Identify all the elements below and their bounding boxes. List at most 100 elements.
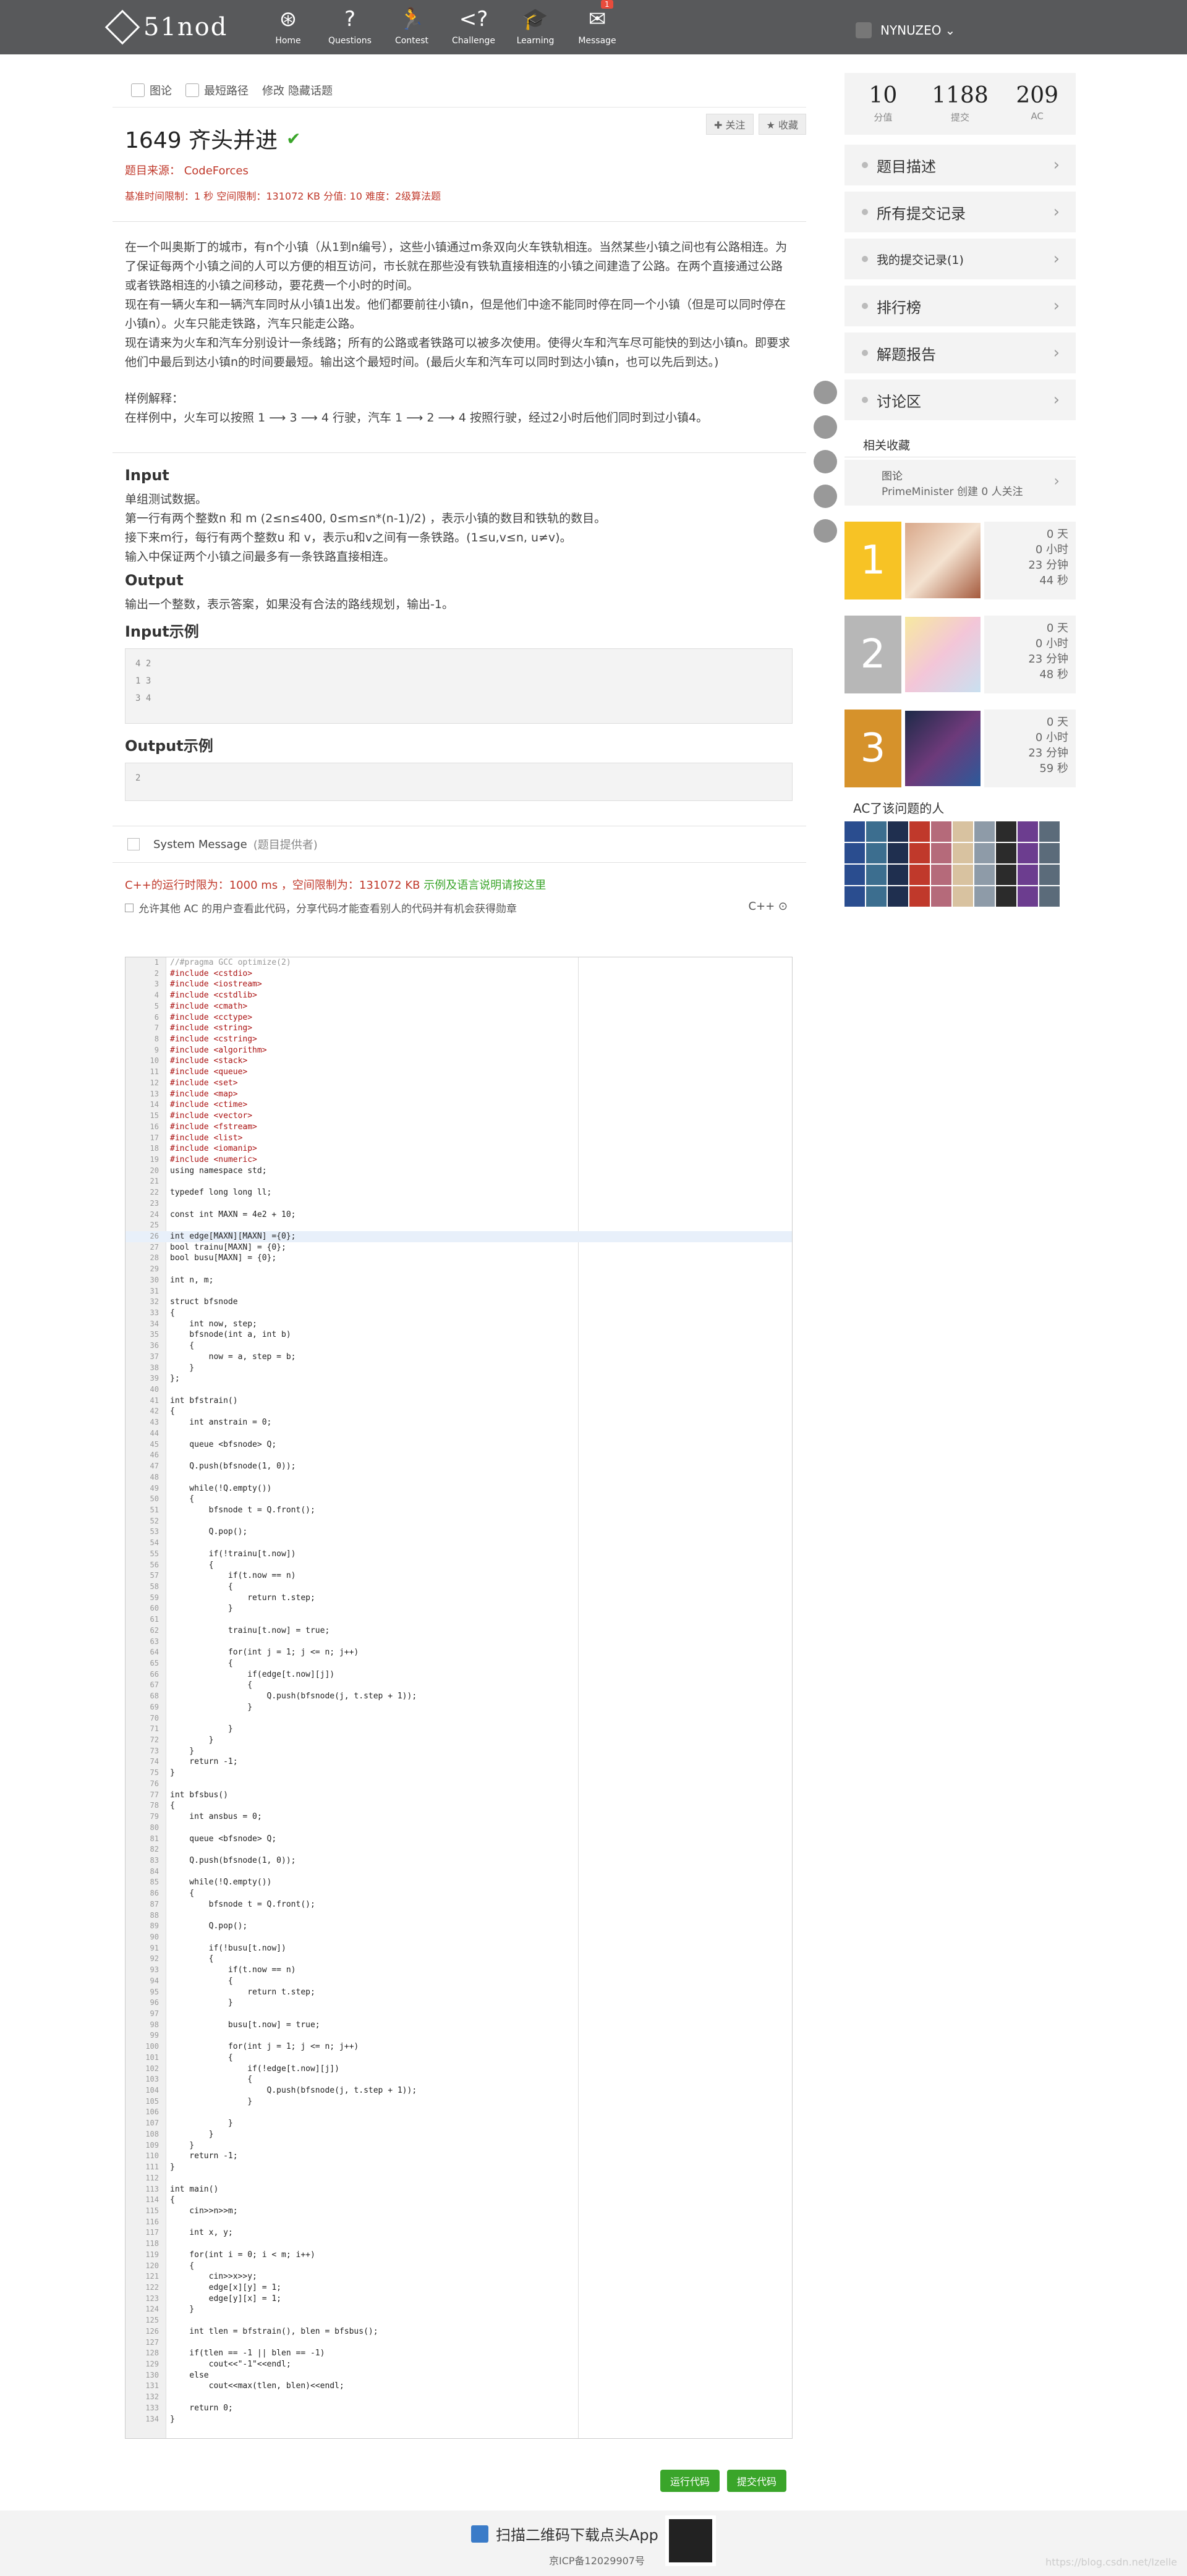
ac-user-avatar[interactable] bbox=[996, 886, 1016, 907]
tag-graph[interactable]: 图论 bbox=[131, 82, 172, 98]
ac-user-avatar[interactable] bbox=[931, 886, 951, 907]
share-label: 允许其他 AC 的用户查看此代码，分享代码才能查看别人的代码并有机会获得勋章 bbox=[138, 903, 517, 915]
ac-user-avatar[interactable] bbox=[974, 821, 995, 842]
code-line: 123 edge[y][x] = 1; bbox=[126, 2294, 792, 2305]
ac-user-avatar[interactable] bbox=[888, 843, 908, 863]
ac-user-avatar[interactable] bbox=[931, 843, 951, 863]
menu-discussion[interactable]: 讨论区 › bbox=[845, 379, 1076, 420]
ac-user-avatar[interactable] bbox=[888, 865, 908, 885]
ac-user-avatar[interactable] bbox=[845, 843, 865, 863]
nav-message[interactable]: 1 ✉ Message bbox=[566, 0, 628, 46]
collect-button[interactable]: ★ 收藏 bbox=[758, 114, 806, 135]
ac-user-avatar[interactable] bbox=[953, 865, 973, 885]
chat-float-icon[interactable] bbox=[814, 485, 837, 508]
ac-user-avatar[interactable] bbox=[845, 865, 865, 885]
nav-challenge[interactable]: <? Challenge bbox=[443, 5, 504, 46]
ac-user-avatar[interactable] bbox=[866, 843, 887, 863]
line-number: 105 bbox=[145, 2096, 159, 2106]
code-text: Q.pop(); bbox=[170, 1921, 248, 1931]
collection-item[interactable]: 图论 PrimeMinister 创建 0 人关注 › bbox=[845, 460, 1076, 506]
ac-user-avatar[interactable] bbox=[996, 865, 1016, 885]
user-float-icon[interactable] bbox=[814, 381, 837, 404]
ac-user-avatar[interactable] bbox=[866, 886, 887, 907]
ac-user-avatar[interactable] bbox=[909, 886, 930, 907]
menu-solution-reports[interactable]: 解题报告 › bbox=[845, 333, 1076, 373]
share-float-icon[interactable] bbox=[814, 415, 837, 439]
ac-user-avatar[interactable] bbox=[1039, 843, 1060, 863]
line-number: 80 bbox=[150, 1823, 159, 1832]
ac-user-avatar[interactable] bbox=[974, 843, 995, 863]
run-code-button[interactable]: 运行代码 bbox=[660, 2470, 720, 2492]
ac-user-avatar[interactable] bbox=[996, 843, 1016, 863]
code-text: #include <ctime> bbox=[170, 1100, 248, 1110]
code-text: #include <cmath> bbox=[170, 1001, 248, 1011]
ac-user-avatar[interactable] bbox=[931, 865, 951, 885]
menu-all-submissions[interactable]: 所有提交记录 › bbox=[845, 192, 1076, 232]
menu-my-submissions[interactable]: 我的提交记录(1) › bbox=[845, 239, 1076, 279]
rank-number: 2 bbox=[845, 616, 901, 693]
ac-user-avatar[interactable] bbox=[996, 821, 1016, 842]
sample-line: 3 4 bbox=[135, 693, 151, 703]
menu-problem-description[interactable]: 题目描述 › bbox=[845, 145, 1076, 185]
site-logo[interactable]: 51nod bbox=[104, 4, 228, 51]
ac-user-avatar[interactable] bbox=[866, 821, 887, 842]
ac-user-avatar[interactable] bbox=[1039, 865, 1060, 885]
menu-leaderboard[interactable]: 排行榜 › bbox=[845, 286, 1076, 326]
ac-user-avatar[interactable] bbox=[845, 886, 865, 907]
ac-user-avatar[interactable] bbox=[1018, 865, 1038, 885]
nav-learning[interactable]: 🎓 Learning bbox=[504, 5, 566, 46]
follow-button[interactable]: ✚ 关注 bbox=[706, 114, 754, 135]
ac-user-avatar[interactable] bbox=[974, 886, 995, 907]
line-number: 55 bbox=[150, 1549, 159, 1558]
ac-user-avatar[interactable] bbox=[1018, 886, 1038, 907]
code-editor[interactable]: 1 //#pragma GCC optimize(2) 2 #include <cst… bbox=[125, 957, 793, 2439]
qr-code bbox=[665, 2515, 716, 2566]
hide-topic-link[interactable]: 隐藏话题 bbox=[288, 82, 333, 98]
code-text: } bbox=[170, 2096, 253, 2106]
code-line: 59 return t.step; bbox=[126, 1593, 792, 1604]
code-text: } bbox=[170, 2305, 195, 2315]
code-line: 118 bbox=[126, 2239, 792, 2250]
share-checkbox[interactable] bbox=[125, 903, 134, 912]
icp-license[interactable]: 京ICP备12029907号 bbox=[549, 2553, 645, 2567]
rank-third[interactable]: 3 0 天 0 小时 23 分钟 59 秒 bbox=[845, 710, 1076, 787]
ac-user-avatar[interactable] bbox=[1039, 821, 1060, 842]
ac-user-avatar[interactable] bbox=[974, 865, 995, 885]
line-number: 68 bbox=[150, 1692, 159, 1701]
ac-user-avatar[interactable] bbox=[909, 865, 930, 885]
ac-user-avatar[interactable] bbox=[953, 886, 973, 907]
line-number: 127 bbox=[145, 2337, 159, 2347]
line-number: 86 bbox=[150, 1889, 159, 1898]
ac-user-avatar[interactable] bbox=[1018, 821, 1038, 842]
rank-second[interactable]: 2 0 天 0 小时 23 分钟 48 秒 bbox=[845, 616, 1076, 693]
ac-user-avatar[interactable] bbox=[1018, 843, 1038, 863]
ac-user-avatar[interactable] bbox=[866, 865, 887, 885]
app-download[interactable]: 扫描二维码下载点头App bbox=[471, 2523, 658, 2544]
nav-contest[interactable]: 🏃 Contest bbox=[381, 5, 443, 46]
ac-user-avatar[interactable] bbox=[888, 886, 908, 907]
ac-user-avatar[interactable] bbox=[931, 821, 951, 842]
line-number: 101 bbox=[145, 2053, 159, 2062]
line-number: 116 bbox=[145, 2217, 159, 2226]
line-number: 19 bbox=[150, 1155, 159, 1164]
ac-user-avatar[interactable] bbox=[953, 843, 973, 863]
ac-user-avatar[interactable] bbox=[953, 821, 973, 842]
ac-user-avatar[interactable] bbox=[909, 843, 930, 863]
username: NYNUZEO bbox=[880, 23, 942, 38]
submit-code-button[interactable]: 提交代码 bbox=[727, 2470, 787, 2492]
ac-user-avatar[interactable] bbox=[909, 821, 930, 842]
ac-user-avatar[interactable] bbox=[1039, 886, 1060, 907]
ac-user-avatar[interactable] bbox=[888, 821, 908, 842]
help-float-icon[interactable] bbox=[814, 519, 837, 543]
tag-shortest-path[interactable]: 最短路径 bbox=[185, 82, 249, 98]
ac-user-avatar[interactable] bbox=[845, 821, 865, 842]
chevron-right-icon: › bbox=[1053, 297, 1060, 315]
rank-first[interactable]: 1 0 天 0 小时 23 分钟 44 秒 bbox=[845, 522, 1076, 600]
nav-home[interactable]: ⊛ Home bbox=[257, 5, 319, 46]
edit-topic-link[interactable]: 修改 bbox=[262, 82, 284, 98]
user-menu[interactable]: NYNUZEO ⌄ bbox=[856, 22, 955, 38]
language-help-link[interactable]: 示例及语言说明请按这里 bbox=[423, 879, 546, 892]
nav-questions[interactable]: ? Questions bbox=[319, 5, 381, 46]
language-select[interactable]: C++ ⊙ bbox=[748, 900, 788, 913]
weibo-float-icon[interactable] bbox=[814, 450, 837, 473]
